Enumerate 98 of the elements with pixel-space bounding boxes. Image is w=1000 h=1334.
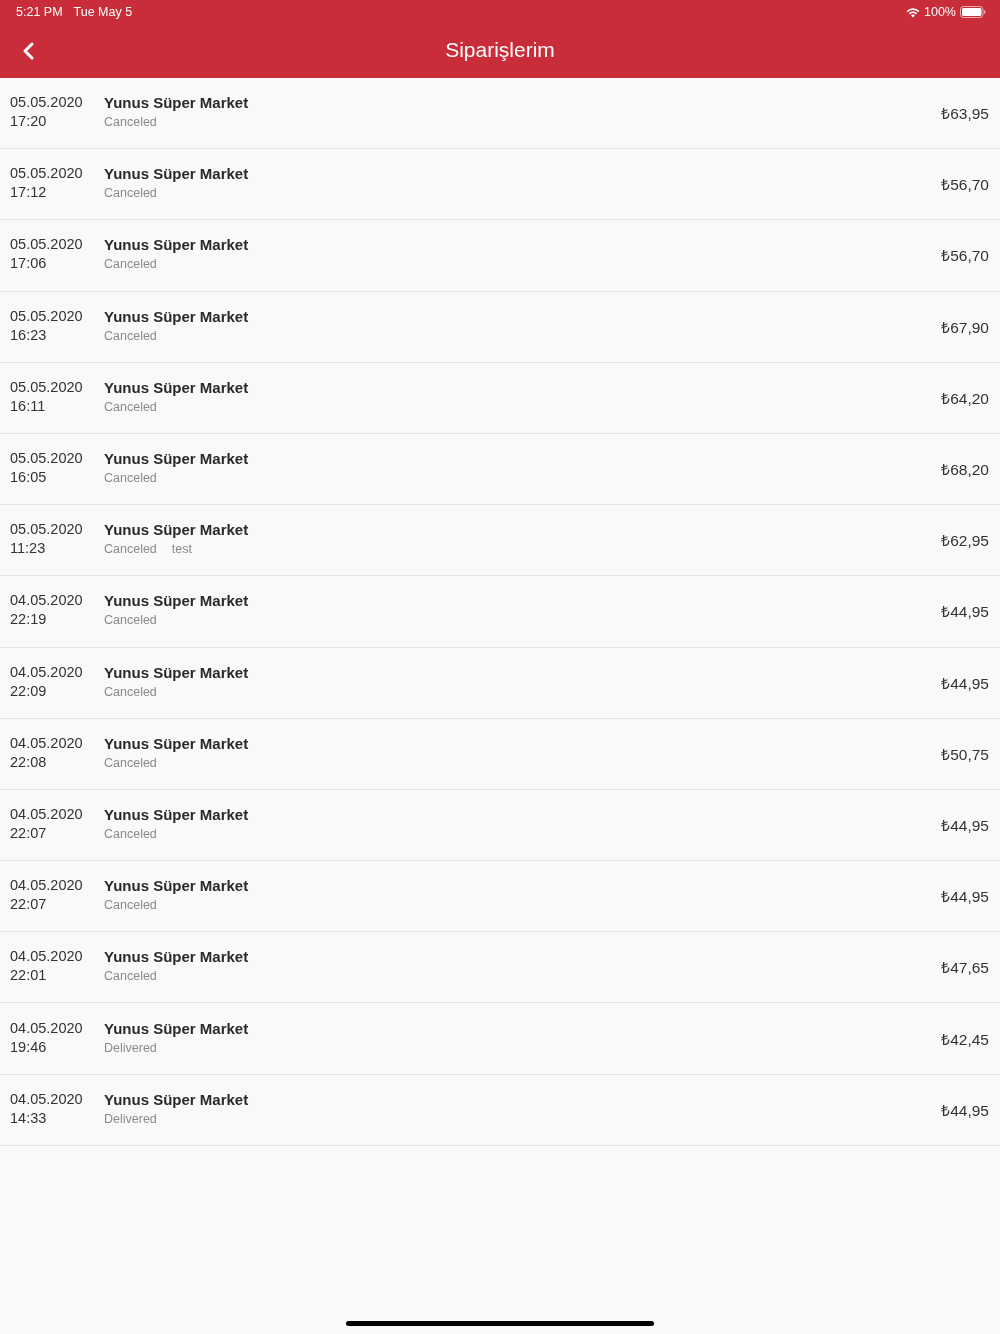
order-status: Canceled	[104, 327, 157, 345]
order-time: 16:11	[10, 396, 47, 416]
order-time: 17:06	[10, 254, 48, 274]
order-date: 04.05.2020	[10, 1018, 84, 1038]
page-title: Siparişlerim	[445, 38, 555, 62]
store-name: Yunus Süper Market	[104, 591, 250, 612]
order-row[interactable]: 04.05.2020 19:46 Yunus Süper Market Delivered ₺42,45	[0, 1003, 1000, 1075]
order-date: 05.05.2020	[10, 235, 84, 255]
store-name: Yunus Süper Market	[104, 1018, 250, 1039]
order-time: 16:23	[10, 325, 48, 345]
order-row[interactable]: 05.05.2020 16:05 Yunus Süper Market Canceled ₺68,20	[0, 433, 1000, 506]
order-price: ₺56,70	[941, 175, 989, 196]
order-row[interactable]: 04.05.2020 22:19 Yunus Süper Market Canceled ₺44,95	[0, 576, 1000, 648]
order-status: Canceled	[104, 470, 157, 488]
order-time: 17:20	[10, 112, 48, 132]
order-price: ₺44,95	[941, 602, 989, 623]
order-time: 14:33	[10, 1108, 48, 1128]
order-row[interactable]: 04.05.2020 14:33 Yunus Süper Market Delivered ₺44,95	[0, 1074, 1000, 1146]
order-date: 04.05.2020	[10, 804, 84, 824]
order-time: 17:12	[10, 183, 48, 203]
order-status: Canceled	[104, 398, 157, 416]
order-price: ₺56,70	[941, 246, 989, 267]
store-name: Yunus Süper Market	[104, 804, 250, 825]
store-name: Yunus Süper Market	[104, 520, 250, 541]
order-price: ₺50,75	[941, 744, 989, 765]
order-price: ₺63,95	[941, 104, 989, 125]
order-status: Canceled	[104, 185, 157, 203]
order-row[interactable]: 04.05.2020 22:08 Yunus Süper Market Canceled ₺50,75	[0, 718, 1000, 790]
store-name: Yunus Süper Market	[104, 876, 250, 897]
order-time: 22:07	[10, 895, 48, 915]
order-price: ₺67,90	[941, 317, 989, 338]
order-price: ₺47,65	[941, 958, 989, 979]
order-time: 22:09	[10, 681, 48, 701]
store-name: Yunus Süper Market	[104, 662, 250, 683]
store-name: Yunus Süper Market	[104, 733, 250, 754]
order-date: 04.05.2020	[10, 591, 84, 611]
order-price: ₺64,20	[941, 388, 989, 409]
order-price: ₺62,95	[941, 531, 989, 552]
order-status: Canceled	[104, 541, 157, 559]
order-date: 05.05.2020	[10, 306, 84, 326]
order-price: ₺68,20	[941, 460, 989, 481]
order-time: 22:19	[10, 610, 48, 630]
order-date: 04.05.2020	[10, 662, 84, 682]
store-name: Yunus Süper Market	[104, 164, 250, 185]
order-date: 05.05.2020	[10, 520, 84, 540]
battery-percent: 100%	[924, 5, 956, 19]
store-name: Yunus Süper Market	[104, 93, 250, 114]
order-price: ₺42,45	[941, 1029, 989, 1050]
order-time: 22:01	[10, 966, 48, 986]
order-price: ₺44,95	[941, 673, 989, 694]
order-row[interactable]: 04.05.2020 22:07 Yunus Süper Market Canceled ₺44,95	[0, 861, 1000, 933]
store-name: Yunus Süper Market	[104, 306, 250, 327]
order-status: Delivered	[104, 1110, 157, 1128]
chevron-left-icon	[22, 42, 34, 60]
status-time: 5:21 PM	[16, 5, 63, 19]
store-name: Yunus Süper Market	[104, 1089, 250, 1110]
order-date: 04.05.2020	[10, 876, 84, 896]
order-row[interactable]: 05.05.2020 11:23 Yunus Süper Market Canceled test ₺62,95	[0, 505, 1000, 577]
store-name: Yunus Süper Market	[104, 449, 250, 470]
order-date: 05.05.2020	[10, 164, 84, 184]
order-row[interactable]: 05.05.2020 16:11 Yunus Süper Market Canceled ₺64,20	[0, 362, 1000, 434]
order-row[interactable]: 05.05.2020 16:23 Yunus Süper Market Canceled ₺67,90	[0, 291, 1000, 363]
order-time: 19:46	[10, 1037, 48, 1057]
order-date: 05.05.2020	[10, 449, 84, 469]
order-note: test	[171, 541, 192, 559]
status-date: Tue May 5	[73, 5, 133, 19]
order-date: 05.05.2020	[10, 377, 84, 397]
store-name: Yunus Süper Market	[104, 235, 250, 256]
order-row[interactable]: 05.05.2020 17:20 Yunus Süper Market Canceled ₺63,95	[0, 78, 1000, 150]
order-status: Canceled	[104, 612, 157, 630]
order-status: Canceled	[104, 825, 157, 843]
order-status: Delivered	[104, 1039, 157, 1057]
order-status: Canceled	[104, 256, 157, 274]
order-price: ₺44,95	[941, 887, 989, 908]
order-date: 04.05.2020	[10, 733, 84, 753]
order-row[interactable]: 04.05.2020 22:09 Yunus Süper Market Canceled ₺44,95	[0, 647, 1000, 719]
order-row[interactable]: 05.05.2020 17:12 Yunus Süper Market Canceled ₺56,70	[0, 149, 1000, 221]
order-status: Canceled	[104, 968, 157, 986]
order-time: 22:07	[10, 823, 48, 843]
order-row[interactable]: 05.05.2020 17:06 Yunus Süper Market Canceled ₺56,70	[0, 220, 1000, 292]
order-price: ₺44,95	[941, 815, 989, 836]
order-time: 22:08	[10, 752, 48, 772]
order-row[interactable]: 04.05.2020 22:07 Yunus Süper Market Canceled ₺44,95	[0, 789, 1000, 862]
store-name: Yunus Süper Market	[104, 947, 250, 968]
store-name: Yunus Süper Market	[104, 377, 250, 398]
order-status: Canceled	[104, 897, 157, 915]
battery-icon	[960, 6, 986, 18]
order-date: 05.05.2020	[10, 93, 84, 113]
wifi-icon	[906, 6, 920, 18]
order-status: Canceled	[104, 754, 157, 772]
order-row[interactable]: 04.05.2020 22:01 Yunus Süper Market Canceled ₺47,65	[0, 932, 1000, 1004]
order-date: 04.05.2020	[10, 947, 84, 967]
order-time: 11:23	[10, 539, 47, 559]
order-date: 04.05.2020	[10, 1089, 84, 1109]
order-price: ₺44,95	[941, 1100, 989, 1121]
order-status: Canceled	[104, 114, 157, 132]
order-time: 16:05	[10, 468, 48, 488]
order-status: Canceled	[104, 683, 157, 701]
